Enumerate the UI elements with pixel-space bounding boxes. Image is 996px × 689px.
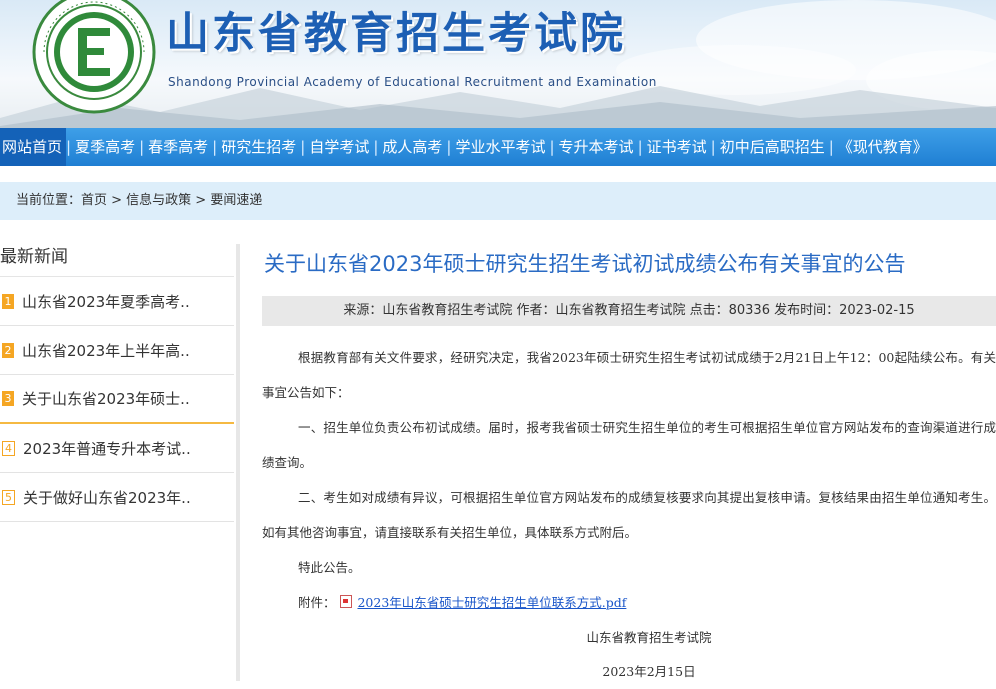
latest-news-sidebar: 最新新闻 1 山东省2023年夏季高考.. 2 山东省2023年上半年高.. 3… [0,238,234,522]
nav-summer-exam[interactable]: 夏季高考 [71,128,139,166]
news-item-title[interactable]: 2023年普通专升本考试.. [23,438,191,459]
main-nav: 网站首页 | 夏季高考 | 春季高考 | 研究生招考 | 自学考试 | 成人高考… [0,128,996,166]
nav-graduate-exam[interactable]: 研究生招考 [217,128,300,166]
news-item[interactable]: 4 2023年普通专升本考试.. [0,424,234,473]
news-rank-badge: 2 [2,342,14,358]
article-paragraph: 一、招生单位负责公布初试成绩。届时，报考我省硕士研究生招生单位的考生可根据招生单… [262,420,996,470]
news-rank-badge: 5 [2,489,15,505]
column-divider [236,244,240,681]
article-paragraph: 二、考生如对成绩有异议，可根据招生单位官方网站发布的成绩复核要求向其提出复核申请… [262,490,996,540]
site-subtitle: Shandong Provincial Academy of Education… [168,75,657,89]
article: 关于山东省2023年硕士研究生招生考试初试成绩公布有关事宜的公告 来源：山东省教… [262,244,996,689]
news-item[interactable]: 2 山东省2023年上半年高.. [0,326,234,375]
breadcrumb-text[interactable]: 当前位置：首页 > 信息与政策 > 要闻速递 [16,182,262,220]
article-meta: 来源：山东省教育招生考试院 作者：山东省教育招生考试院 点击：80336 发布时… [262,296,996,326]
nav-upgrade-exam[interactable]: 专升本考试 [555,128,638,166]
news-item-title[interactable]: 关于山东省2023年硕士.. [22,388,190,409]
signature-org: 山东省教育招生考试院 [586,630,712,645]
nav-certificate-exam[interactable]: 证书考试 [643,128,711,166]
article-paragraph: 特此公告。 [298,560,361,575]
nav-self-study-exam[interactable]: 自学考试 [305,128,373,166]
article-paragraph: 根据教育部有关文件要求，经研究决定，我省2023年硕士研究生招生考试初试成绩于2… [262,350,996,400]
article-title: 关于山东省2023年硕士研究生招生考试初试成绩公布有关事宜的公告 [264,252,906,276]
nav-home[interactable]: 网站首页 [0,128,67,166]
nav-proficiency-exam[interactable]: 学业水平考试 [451,128,549,166]
signature-date: 2023年2月15日 [602,664,696,679]
article-body: 根据教育部有关文件要求，经研究决定，我省2023年硕士研究生招生考试初试成绩于2… [262,340,996,689]
news-item[interactable]: 3 关于山东省2023年硕士.. [0,375,234,424]
nav-spring-exam[interactable]: 春季高考 [144,128,212,166]
news-item-title[interactable]: 山东省2023年上半年高.. [22,340,190,361]
news-rank-badge: 1 [2,293,14,309]
breadcrumb: 当前位置：首页 > 信息与政策 > 要闻速递 [0,182,996,220]
nav-adult-exam[interactable]: 成人高考 [378,128,446,166]
site-title: 山东省教育招生考试院 [166,9,626,59]
sidebar-title: 最新新闻 [0,247,68,267]
nav-modern-education[interactable]: 《现代教育》 [834,128,932,166]
attachment-label: 附件： [298,595,336,610]
news-item-title[interactable]: 山东省2023年夏季高考.. [22,291,190,312]
news-item[interactable]: 5 关于做好山东省2023年.. [0,473,234,522]
pdf-file-icon [339,595,352,608]
header-banner: 山东省教育招生考试院 Shandong Provincial Academy o… [0,0,996,128]
attachment-link[interactable]: 2023年山东省硕士研究生招生单位联系方式.pdf [357,595,626,610]
nav-vocational-enroll[interactable]: 初中后高职招生 [716,128,829,166]
news-rank-badge: 4 [2,440,15,456]
news-rank-badge: 3 [2,391,14,406]
news-item-title[interactable]: 关于做好山东省2023年.. [23,487,191,508]
news-item[interactable]: 1 山东省2023年夏季高考.. [0,277,234,326]
attachment-row: 附件： 2023年山东省硕士研究生招生单位联系方式.pdf [262,585,996,621]
academy-logo [32,0,156,114]
